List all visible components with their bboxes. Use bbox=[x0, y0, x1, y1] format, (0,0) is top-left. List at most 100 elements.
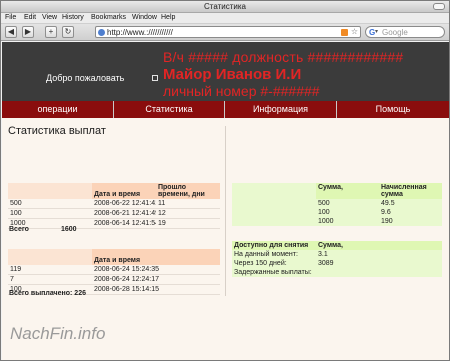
reload-button[interactable]: ↻ bbox=[62, 26, 74, 38]
table-cell: 190 bbox=[379, 217, 442, 226]
header-cell bbox=[8, 183, 92, 199]
header-cell: Сумма, bbox=[316, 241, 442, 250]
table-cell: 19 bbox=[156, 218, 220, 229]
table-row: Задержанные выплаты: bbox=[232, 268, 442, 277]
forward-button[interactable]: ▶ bbox=[22, 26, 34, 38]
table-row: 100 9.6 bbox=[232, 208, 442, 217]
menu-bar: File Edit View History Bookmarks Window … bbox=[1, 13, 449, 24]
web-page: Добро пожаловать В/ч ##### должность ###… bbox=[2, 42, 449, 360]
table-cell: 2008-06-14 12:41:54 bbox=[92, 218, 156, 229]
header-cell: Доступно для снятия bbox=[232, 241, 316, 250]
header-cell bbox=[8, 249, 92, 265]
header-cell: Сумма, bbox=[316, 183, 379, 199]
table-cell: 2008-06-21 12:41:49 bbox=[92, 208, 156, 219]
title-bar: Статистика bbox=[1, 1, 449, 13]
add-bookmark-button[interactable]: + bbox=[45, 26, 57, 38]
table-row: 500 2008-06-22 12:41:41 11 bbox=[8, 199, 220, 209]
nav-information[interactable]: Информация bbox=[224, 101, 336, 118]
total-value: 1600 bbox=[61, 226, 77, 233]
table-cell: 2008-06-28 15:14:15 bbox=[92, 284, 220, 295]
menu-help[interactable]: Help bbox=[161, 14, 175, 21]
personal-number-text: личный номер #-###### bbox=[163, 83, 320, 99]
table-cell bbox=[316, 268, 442, 277]
table-cell bbox=[232, 217, 316, 226]
menu-edit[interactable]: Edit bbox=[24, 14, 36, 21]
paid-out-table: Дата и время 119 2008-06-24 15:24:35 7 2… bbox=[8, 249, 220, 295]
table-cell: 100 bbox=[8, 208, 92, 219]
table-cell: 500 bbox=[8, 199, 92, 209]
table-header: Доступно для снятия Сумма, bbox=[232, 241, 442, 250]
sums-table: Сумма, Начисленная сумма 500 49.5 100 9.… bbox=[232, 183, 442, 226]
header-cell: Начисленная сумма bbox=[379, 183, 442, 199]
table-cell: Через 150 дней: bbox=[232, 259, 316, 268]
table-cell: 11 bbox=[156, 199, 220, 209]
unit-position-text: В/ч ##### должность ############ bbox=[163, 49, 404, 65]
nav-operations[interactable]: операции bbox=[2, 101, 113, 118]
table-cell: 2008-06-22 12:41:41 bbox=[92, 199, 156, 209]
table-row: 7 2008-06-24 12:24:17 bbox=[8, 274, 220, 285]
column-divider bbox=[225, 126, 226, 296]
menu-window[interactable]: Window bbox=[132, 14, 157, 21]
browser-window: Статистика File Edit View History Bookma… bbox=[0, 0, 450, 361]
search-box[interactable]: G ▾ Google bbox=[365, 26, 445, 38]
table-cell: 2008-06-24 15:24:35 bbox=[92, 265, 220, 275]
site-icon bbox=[98, 29, 105, 36]
banner-square-icon bbox=[152, 75, 158, 81]
menu-bookmarks[interactable]: Bookmarks bbox=[91, 14, 126, 21]
zoom-button[interactable] bbox=[433, 3, 445, 10]
table-cell: 7 bbox=[8, 274, 92, 285]
menu-view[interactable]: View bbox=[42, 14, 57, 21]
watermark-text: NachFin.info bbox=[10, 324, 106, 343]
header-cell: Прошло времени, дни bbox=[156, 183, 220, 199]
table-cell: 12 bbox=[156, 208, 220, 219]
table-cell: 100 bbox=[316, 208, 379, 217]
rss-icon[interactable] bbox=[341, 29, 348, 36]
table-cell: 3089 bbox=[316, 259, 442, 268]
table-row: Через 150 дней: 3089 bbox=[232, 259, 442, 268]
search-engine-dropdown-icon[interactable]: ▾ bbox=[375, 28, 378, 35]
table-header: Дата и время bbox=[8, 249, 220, 265]
table-cell: На данный момент: bbox=[232, 250, 316, 259]
window-title: Статистика bbox=[203, 2, 246, 11]
header-banner: Добро пожаловать В/ч ##### должность ###… bbox=[2, 42, 449, 101]
nav-help[interactable]: Помощь bbox=[336, 101, 449, 118]
back-button[interactable]: ◀ bbox=[5, 26, 17, 38]
user-name-text: Майор Иванов И.И bbox=[163, 66, 302, 83]
header-cell: Дата и время bbox=[92, 249, 220, 265]
table-cell: 3.1 bbox=[316, 250, 442, 259]
address-text[interactable]: http://www.://///////// bbox=[107, 28, 173, 37]
bookmark-star-icon[interactable]: ☆ bbox=[351, 27, 358, 36]
table-cell: 119 bbox=[8, 265, 92, 275]
main-nav: операции Статистика Информация Помощь bbox=[2, 101, 449, 118]
table-cell: Задержанные выплаты: bbox=[232, 268, 316, 277]
table-cell bbox=[232, 199, 316, 208]
menu-file[interactable]: File bbox=[5, 14, 16, 21]
menu-history[interactable]: History bbox=[62, 14, 84, 21]
table-header: Сумма, Начисленная сумма bbox=[232, 183, 442, 199]
payments-table: Дата и время Прошло времени, дни 500 200… bbox=[8, 183, 220, 229]
paid-total: Всего выплачено: 226 bbox=[9, 290, 86, 297]
total-row: Всего 1600 bbox=[9, 226, 77, 233]
table-cell: 9.6 bbox=[379, 208, 442, 217]
address-bar[interactable]: http://www.://///////// ☆ bbox=[95, 26, 361, 38]
welcome-text: Добро пожаловать bbox=[46, 73, 125, 83]
table-row: 1000 2008-06-14 12:41:54 19 bbox=[8, 218, 220, 229]
search-placeholder[interactable]: Google bbox=[382, 28, 408, 37]
table-row: 500 49.5 bbox=[232, 199, 442, 208]
section-title: Статистика выплат bbox=[8, 125, 106, 137]
nav-statistics[interactable]: Статистика bbox=[113, 101, 224, 118]
table-row: На данный момент: 3.1 bbox=[232, 250, 442, 259]
table-row: 100 2008-06-21 12:41:49 12 bbox=[8, 208, 220, 219]
table-cell: 49.5 bbox=[379, 199, 442, 208]
total-label: Всего bbox=[9, 226, 29, 233]
table-cell bbox=[232, 208, 316, 217]
table-row: 1000 190 bbox=[232, 217, 442, 226]
table-cell: 2008-06-24 12:24:17 bbox=[92, 274, 220, 285]
table-cell: 1000 bbox=[316, 217, 379, 226]
withdraw-table: Доступно для снятия Сумма, На данный мом… bbox=[232, 241, 442, 277]
table-cell: 500 bbox=[316, 199, 379, 208]
header-cell: Дата и время bbox=[92, 183, 156, 199]
table-header: Дата и время Прошло времени, дни bbox=[8, 183, 220, 199]
toolbar: ◀ ▶ + ↻ http://www.://///////// ☆ G ▾ Go… bbox=[1, 24, 449, 41]
header-cell bbox=[232, 183, 316, 199]
